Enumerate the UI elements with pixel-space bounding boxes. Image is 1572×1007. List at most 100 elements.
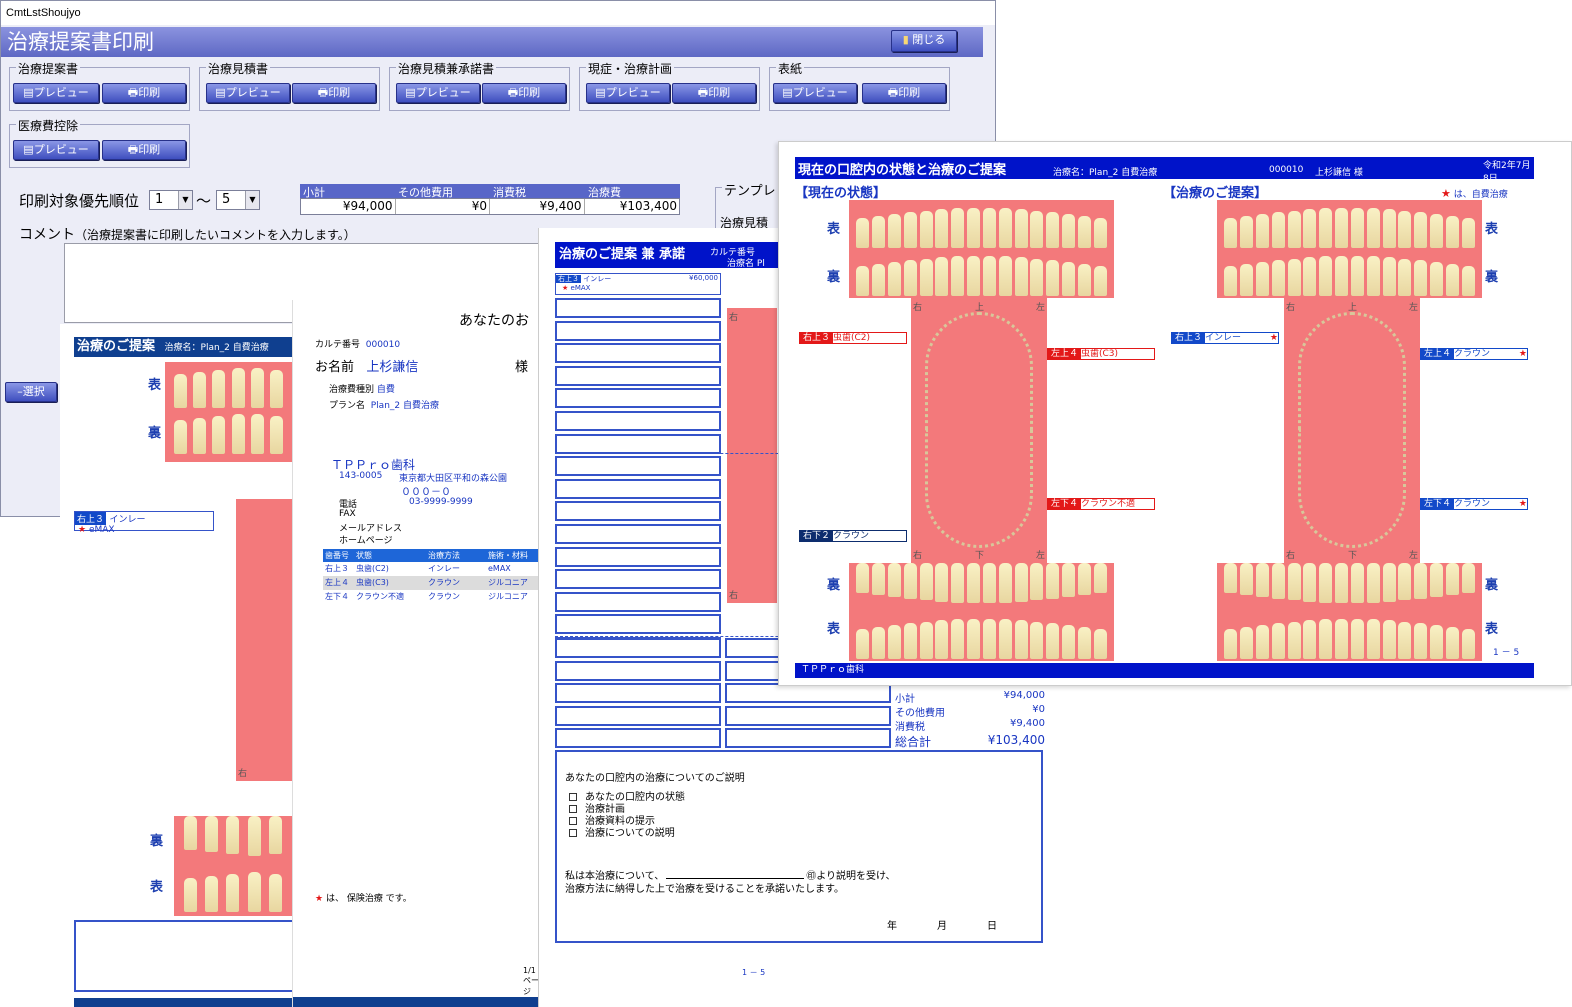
label-proposal-ll4: 左下４ クラウン ★ — [1420, 498, 1528, 510]
close-button[interactable]: ▮ 閉じる — [891, 30, 957, 52]
preview-button[interactable]: ▤プレビュー — [13, 83, 99, 103]
print-button[interactable]: 🖶印刷 — [102, 140, 186, 160]
tooth-shape — [872, 627, 886, 659]
priority-to-select[interactable]: 5 ▼ — [216, 190, 260, 210]
consent-row-first: 右上３ インレー ¥60,000 ★ eMAX — [555, 273, 721, 295]
tooth-shape — [1014, 257, 1028, 296]
consent-row — [555, 569, 721, 589]
tooth-shape — [1414, 212, 1428, 248]
priority-from-select[interactable]: 1 ▼ — [149, 190, 193, 210]
tooth-shape — [1030, 259, 1044, 296]
tooth-shape — [1350, 563, 1364, 603]
tooth-shape — [1335, 619, 1349, 659]
tooth-shape — [1445, 563, 1459, 595]
group-label: 治療見積兼承諾書 — [396, 60, 497, 77]
tooth-shape — [1319, 619, 1333, 659]
tooth-shape — [1061, 262, 1075, 296]
print-button[interactable]: 🖶印刷 — [482, 83, 566, 103]
tooth-shape — [903, 563, 917, 599]
checkbox-item[interactable]: 治療資料の提示 — [569, 816, 685, 828]
tooth-shape — [1224, 563, 1238, 593]
address-line2: ０００－０ — [401, 487, 451, 498]
consent-row — [555, 411, 721, 431]
tooth-shape — [1224, 629, 1238, 659]
consent-summary: 小計 ¥94,000 その他費用 ¥0 消費税 ¥9,400 総合計 ¥103,400 — [895, 690, 1045, 749]
tooth-shape — [967, 256, 981, 296]
doc1-footer-bar — [74, 998, 292, 1007]
arch-image: 右 — [236, 499, 292, 781]
tooth-shape — [998, 256, 1012, 296]
group-proposal: 治療提案書 ▤プレビュー 🖶印刷 — [9, 60, 190, 111]
tooth-shape — [1445, 216, 1459, 248]
zip-code: 143-0005 — [339, 471, 383, 481]
group-cover: 表紙 ▤プレビュー 🖶印刷 — [769, 60, 950, 111]
tooth-shape — [1061, 214, 1075, 248]
tooth-shape — [919, 622, 933, 659]
label-current-ur3: 右上３ 虫歯(C2) — [799, 332, 907, 344]
print-button[interactable]: 🖶印刷 — [292, 83, 376, 103]
tooth-shape — [888, 625, 902, 659]
tooth-shape — [1093, 563, 1107, 593]
preview-button[interactable]: ▤プレビュー — [13, 140, 99, 160]
group-label: 医療費控除 — [16, 117, 81, 134]
cover-doc: あなたのお カルテ番号 000010 お名前 上杉謙信 様 治療費種別 自費 プ… — [292, 300, 543, 1007]
checkbox-item[interactable]: 治療についての説明 — [569, 828, 685, 840]
preview-button[interactable]: ▤プレビュー — [586, 83, 670, 103]
tooth-shape — [1271, 563, 1285, 599]
preview-button[interactable]: ▤プレビュー — [773, 83, 857, 103]
proposal-doc: 治療のご提案 治療名：Plan_2 自費治療 表 裏 右上３ インレー ★ eM… — [60, 324, 320, 1007]
back-label: 裏 — [827, 578, 841, 593]
tooth-shape — [967, 619, 981, 659]
tooth-shape — [982, 619, 996, 659]
consent-row — [555, 592, 721, 612]
consent-row — [555, 388, 721, 408]
proposal-heading: 【治療のご提案】 — [1163, 186, 1268, 201]
tooth-shape — [1414, 623, 1428, 659]
tooth-shape — [935, 257, 949, 296]
tooth-shape — [1046, 212, 1060, 248]
select-button[interactable]: –選択 — [5, 382, 57, 402]
back-label: 裏 — [1485, 578, 1499, 593]
tooth-shape — [1350, 208, 1364, 248]
tooth-shape — [1287, 622, 1301, 659]
lower-teeth-image — [174, 816, 292, 916]
tooth-shape — [935, 620, 949, 659]
tooth-shape — [1287, 211, 1301, 248]
tooth-shape — [1014, 620, 1028, 659]
tooth-shape — [1030, 622, 1044, 659]
print-button[interactable]: 🖶印刷 — [862, 83, 946, 103]
checkbox-item[interactable]: あなたの口腔内の状態 — [569, 792, 685, 804]
label-current-ul4: 左上４ 虫歯(C3) — [1047, 348, 1155, 360]
tooth-shape — [1382, 620, 1396, 659]
lower-teeth-current — [849, 563, 1114, 661]
priority-tilde: ～ — [196, 192, 212, 210]
tooth-shape — [903, 260, 917, 296]
window-header: 治療提案書印刷 — [1, 27, 983, 57]
tooth-shape — [872, 216, 886, 248]
tooth-shape — [1335, 208, 1349, 248]
preview-button[interactable]: ▤プレビュー — [206, 83, 290, 103]
label-current-ll4: 左下４ クラウン不適 — [1047, 498, 1155, 510]
tooth-shape — [1271, 260, 1285, 296]
front-label: 表 — [827, 622, 841, 637]
tooth-shape — [1398, 211, 1412, 248]
tooth-shape — [1240, 563, 1254, 595]
table-row: 左下４ クラウン不適 クラウン ジルコニア — [325, 592, 528, 601]
tooth-shape — [888, 214, 902, 248]
tel-value: 03-9999-9999 — [409, 497, 473, 507]
preview-button[interactable]: ▤プレビュー — [396, 83, 480, 103]
consent-date: 年月日 — [887, 921, 997, 932]
arch-image: 右 右 — [727, 308, 777, 603]
doc4-title-bar: 現在の口腔内の状態と治療のご提案 治療名：Plan_2 自費治療 000010 … — [795, 157, 1534, 184]
checkbox-item[interactable]: 治療計画 — [569, 804, 685, 816]
tooth-shape — [1429, 262, 1443, 296]
group-label: 現症・治療計画 — [586, 60, 675, 77]
label-current-lr2: 右下２ クラウン — [799, 530, 907, 542]
priority-label: 印刷対象優先順位 — [19, 192, 140, 210]
tooth-shape — [951, 563, 965, 603]
print-button[interactable]: 🖶印刷 — [672, 83, 756, 103]
tooth-shape — [856, 266, 870, 296]
print-button[interactable]: 🖶印刷 — [102, 83, 186, 103]
tooth-shape — [1319, 256, 1333, 296]
table-header: 歯番号 状態 治療方法 施術・材料 — [323, 549, 539, 562]
